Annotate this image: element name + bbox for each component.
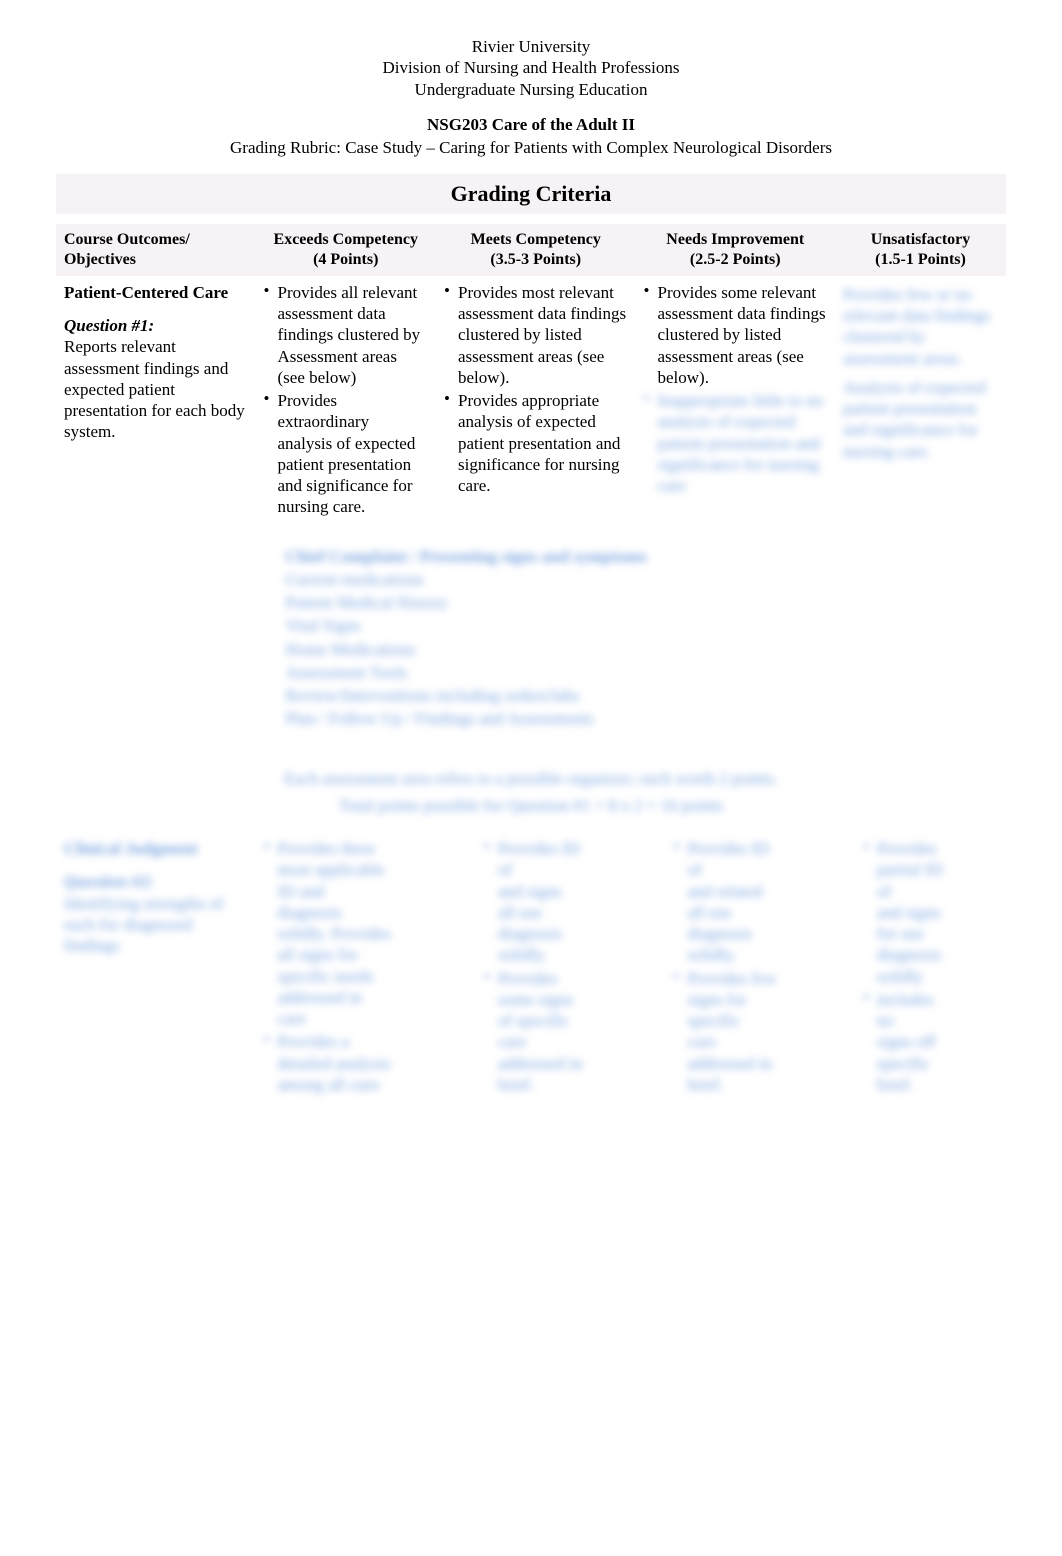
objective-text: Reports relevant assessment findings and…	[64, 336, 248, 442]
rubric-table: Course Outcomes/ Objectives Exceeds Comp…	[56, 224, 1006, 1103]
blurred-list-item: Provides few signs for specific care add…	[674, 968, 828, 1096]
grading-criteria-heading: Grading Criteria	[56, 174, 1006, 214]
cell-meets: Provides most relevant assessment data f…	[436, 276, 636, 526]
blurred-objective: Clinical Judgment Question #2: Identifyi…	[64, 838, 248, 956]
cell-exceeds: Provides all relevant assessment data fi…	[256, 276, 437, 526]
blurred-content: Provides few or no relevant data finding…	[843, 284, 998, 462]
table-row: Patient-Centered Care Question #1: Repor…	[56, 276, 1006, 526]
question-label: Question #1:	[64, 315, 248, 336]
cell-unsatisfactory: Provides few or no relevant data finding…	[835, 276, 1006, 526]
col-header-unsatisfactory: Unsatisfactory(1.5-1 Points)	[835, 224, 1006, 276]
col-header-exceeds: Exceeds Competency(4 Points)	[256, 224, 437, 276]
notes-row: Each assessment area refers to a possibl…	[56, 738, 1006, 833]
document-header: Rivier University Division of Nursing an…	[56, 36, 1006, 100]
col-header-objectives: Course Outcomes/ Objectives	[56, 224, 256, 276]
list-item: Provides extraordinary analysis of expec…	[264, 390, 429, 518]
list-item: Provides most relevant assessment data f…	[444, 282, 628, 388]
blurred-list-item: Provides a detailed analysis among all c…	[264, 1031, 429, 1095]
cell-exceeds-2: Provides three most applicable ID and di…	[256, 832, 437, 1103]
header-line-3: Undergraduate Nursing Education	[56, 79, 1006, 100]
cell-objectives-2: Clinical Judgment Question #2: Identifyi…	[56, 832, 256, 1103]
blurred-list-item: Provides ID of and signs all use diagnos…	[484, 838, 628, 966]
assessment-areas-row: Chief Complaint / Presenting signs and s…	[56, 526, 1006, 738]
blurred-list-item: Provides some signs of specific care add…	[484, 968, 628, 1096]
list-item: Provides all relevant assessment data fi…	[264, 282, 429, 388]
list-item: Provides appropriate analysis of expecte…	[444, 390, 628, 496]
header-line-1: Rivier University	[56, 36, 1006, 57]
assessment-areas-block: Chief Complaint / Presenting signs and s…	[264, 546, 999, 730]
header-line-2: Division of Nursing and Health Professio…	[56, 57, 1006, 78]
page: Rivier University Division of Nursing an…	[0, 0, 1062, 1159]
course-title: NSG203 Care of the Adult II	[56, 114, 1006, 135]
blurred-list-item: Provides ID of and related all use diagn…	[674, 838, 828, 966]
notes-block: Each assessment area refers to a possibl…	[157, 768, 904, 817]
rubric-subtitle: Grading Rubric: Case Study – Caring for …	[56, 137, 1006, 158]
cell-objectives: Patient-Centered Care Question #1: Repor…	[56, 276, 256, 526]
table-header-row: Course Outcomes/ Objectives Exceeds Comp…	[56, 224, 1006, 276]
blurred-list-item: Inappropriate little to no analysis of e…	[644, 390, 828, 496]
table-row: Clinical Judgment Question #2: Identifyi…	[56, 832, 1006, 1103]
blurred-list-item: Provides partial ID of and signs for use…	[863, 838, 998, 987]
cell-needs-2: Provides ID of and related all use diagn…	[636, 832, 836, 1103]
list-item: Provides some relevant assessment data f…	[644, 282, 828, 388]
cell-unsatisfactory-2: Provides partial ID of and signs for use…	[835, 832, 1006, 1103]
blurred-list-item: Provides three most applicable ID and di…	[264, 838, 429, 1029]
cell-meets-2: Provides ID of and signs all use diagnos…	[436, 832, 636, 1103]
col-header-needs: Needs Improvement(2.5-2 Points)	[636, 224, 836, 276]
objective-title: Patient-Centered Care	[64, 282, 248, 303]
cell-needs: Provides some relevant assessment data f…	[636, 276, 836, 526]
blurred-list-item: includes no signs off specific brief.	[863, 989, 998, 1095]
col-header-meets: Meets Competency(3.5-3 Points)	[436, 224, 636, 276]
